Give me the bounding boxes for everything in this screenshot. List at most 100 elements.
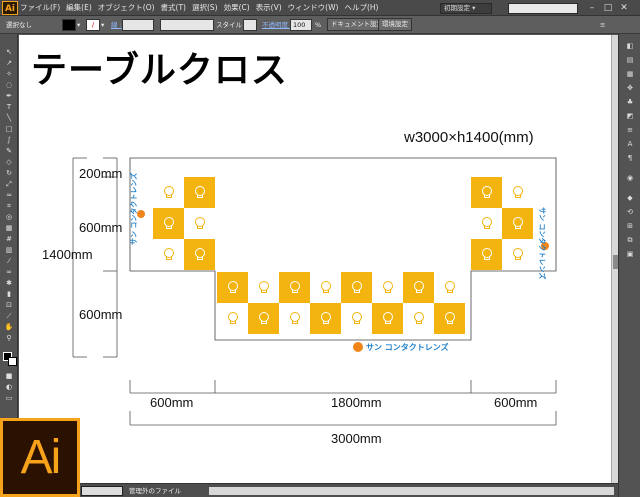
eyedropper-tool-icon[interactable]: ⁄ (3, 257, 15, 266)
pattern-tile (279, 303, 310, 334)
perspective-grid-tool-icon[interactable]: ▦ (3, 224, 15, 233)
search-input[interactable] (508, 3, 578, 14)
menu-help[interactable]: ヘルプ(H) (344, 0, 378, 16)
dim-600mm-right: 600mm (494, 395, 538, 410)
vertical-scrollbar[interactable] (611, 35, 618, 483)
fill-dropdown-icon[interactable]: ▾ (77, 19, 80, 31)
selection-tool-icon[interactable]: ↖ (3, 48, 15, 57)
hand-tool-icon[interactable]: ✋ (3, 323, 15, 332)
pen-tool-icon[interactable]: ✒ (3, 92, 15, 101)
menu-effect[interactable]: 効果(C) (224, 0, 250, 16)
dim-600mm-left: 600mm (150, 395, 194, 410)
zoom-tool-icon[interactable]: ⚲ (3, 334, 15, 343)
menu-select[interactable]: 選択(S) (192, 0, 218, 16)
pattern-tile (471, 177, 502, 208)
panel-menu-icon[interactable]: ≡ (600, 19, 605, 31)
warp-tool-icon[interactable]: ≈ (3, 191, 15, 200)
lasso-tool-icon[interactable]: ◌ (3, 81, 15, 90)
light-bulb-icon (258, 312, 269, 324)
menu-window[interactable]: ウィンドウ(W) (288, 0, 339, 16)
stroke-weight-field[interactable] (122, 19, 154, 31)
style-swatch[interactable] (243, 19, 257, 31)
swatches-panel-icon[interactable]: ▦ (624, 70, 636, 79)
appearance-panel-icon[interactable]: ◉ (624, 174, 636, 183)
slice-tool-icon[interactable]: ⟋ (3, 312, 15, 321)
preferences-button[interactable]: 環境設定 (378, 18, 412, 31)
title-bar: Ai ファイル(F) 編集(E) オブジェクト(O) 書式(T) 選択(S) 効… (0, 0, 640, 16)
pathfinder-panel-icon[interactable]: ⧉ (624, 236, 636, 245)
menu-object[interactable]: オブジェクト(O) (98, 0, 155, 16)
fill-swatch[interactable] (62, 19, 76, 31)
close-button[interactable]: ✕ (616, 2, 632, 14)
light-bulb-icon (413, 281, 424, 293)
artboard-canvas[interactable]: テーブルクロス w3000×h1400(mm) 200mm 600mm 1400… (19, 35, 611, 483)
align-panel-icon[interactable]: ⊞ (624, 222, 636, 231)
zoom-field[interactable] (81, 486, 123, 496)
paintbrush-tool-icon[interactable]: ∫ (3, 136, 15, 145)
menu-file[interactable]: ファイル(F) (20, 0, 60, 16)
character-panel-icon[interactable]: A (624, 140, 636, 149)
control-bar: 選択なし ▾ ∕ ▾ 線 : スタイル : 不透明度 : 100 % ドキュメン… (0, 16, 640, 34)
stroke-dropdown-icon[interactable]: ▾ (101, 19, 104, 31)
status-text[interactable]: 管理外のファイル (129, 486, 181, 496)
free-transform-tool-icon[interactable]: ⌗ (3, 202, 15, 211)
light-bulb-icon (227, 312, 238, 324)
gradient-tool-icon[interactable]: ▥ (3, 246, 15, 255)
rotate-tool-icon[interactable]: ↻ (3, 169, 15, 178)
blend-tool-icon[interactable]: ∞ (3, 268, 15, 277)
opacity-field[interactable]: 100 (290, 19, 312, 31)
maximize-button[interactable]: □ (600, 2, 616, 14)
pattern-tile (184, 177, 215, 208)
graph-tool-icon[interactable]: ▮ (3, 290, 15, 299)
color-panel-icon[interactable]: ◧ (624, 42, 636, 51)
light-bulb-icon (320, 312, 331, 324)
graphic-styles-panel-icon[interactable]: ◩ (624, 112, 636, 121)
pattern-tile (153, 239, 184, 270)
magic-wand-tool-icon[interactable]: ✧ (3, 70, 15, 79)
workspace-switcher[interactable]: 初期設定 ▾ (440, 3, 492, 14)
brushes-panel-icon[interactable]: ✥ (624, 84, 636, 93)
light-bulb-icon (444, 281, 455, 293)
opacity-label[interactable]: 不透明度 : (262, 19, 292, 31)
symbol-sprayer-tool-icon[interactable]: ✱ (3, 279, 15, 288)
stroke-label[interactable]: 線 : (111, 19, 122, 31)
light-bulb-icon (382, 312, 393, 324)
artboard-tool-icon[interactable]: ⊡ (3, 301, 15, 310)
illustrator-logo-icon: Ai (0, 418, 80, 497)
pattern-tile (502, 177, 533, 208)
pattern-tile (153, 177, 184, 208)
pencil-tool-icon[interactable]: ✎ (3, 147, 15, 156)
color-mode-icon[interactable]: ■ (3, 372, 15, 381)
horizontal-scrollbar[interactable] (209, 487, 614, 495)
mesh-tool-icon[interactable]: # (3, 235, 15, 244)
stroke-panel-icon[interactable]: ≡ (624, 126, 636, 135)
menu-type[interactable]: 書式(T) (161, 0, 186, 16)
layers-panel-icon[interactable]: ◆ (624, 194, 636, 203)
menu-view[interactable]: 表示(V) (256, 0, 282, 16)
light-bulb-icon (194, 248, 205, 260)
light-bulb-icon (163, 186, 174, 198)
dim-1400mm: 1400mm (42, 247, 93, 262)
color-guide-panel-icon[interactable]: ▤ (624, 56, 636, 65)
rectangle-tool-icon[interactable]: □ (3, 125, 15, 134)
scale-tool-icon[interactable]: ⤢ (3, 180, 15, 189)
eraser-tool-icon[interactable]: ◇ (3, 158, 15, 167)
dim-3000mm: 3000mm (331, 431, 382, 446)
menu-bar: ファイル(F) 編集(E) オブジェクト(O) 書式(T) 選択(S) 効果(C… (20, 0, 384, 16)
paragraph-panel-icon[interactable]: ¶ (624, 154, 636, 163)
pattern-tile (502, 208, 533, 239)
stroke-swatch[interactable]: ∕ (86, 19, 100, 31)
menu-edit[interactable]: 編集(E) (66, 0, 92, 16)
line-tool-icon[interactable]: ╲ (3, 114, 15, 123)
artboards-panel-icon[interactable]: ▣ (624, 250, 636, 259)
type-tool-icon[interactable]: T (3, 103, 15, 112)
drawing-mode-icon[interactable]: ◐ (3, 383, 15, 392)
transform-panel-icon[interactable]: ⟲ (624, 208, 636, 217)
screen-mode-icon[interactable]: ▭ (3, 394, 15, 403)
shape-builder-tool-icon[interactable]: ◎ (3, 213, 15, 222)
variable-width-profile[interactable] (160, 19, 214, 31)
symbols-panel-icon[interactable]: ♣ (624, 98, 636, 107)
direct-selection-tool-icon[interactable]: ↗ (3, 59, 15, 68)
minimize-button[interactable]: – (584, 2, 600, 14)
stroke-color-icon[interactable] (8, 357, 17, 366)
